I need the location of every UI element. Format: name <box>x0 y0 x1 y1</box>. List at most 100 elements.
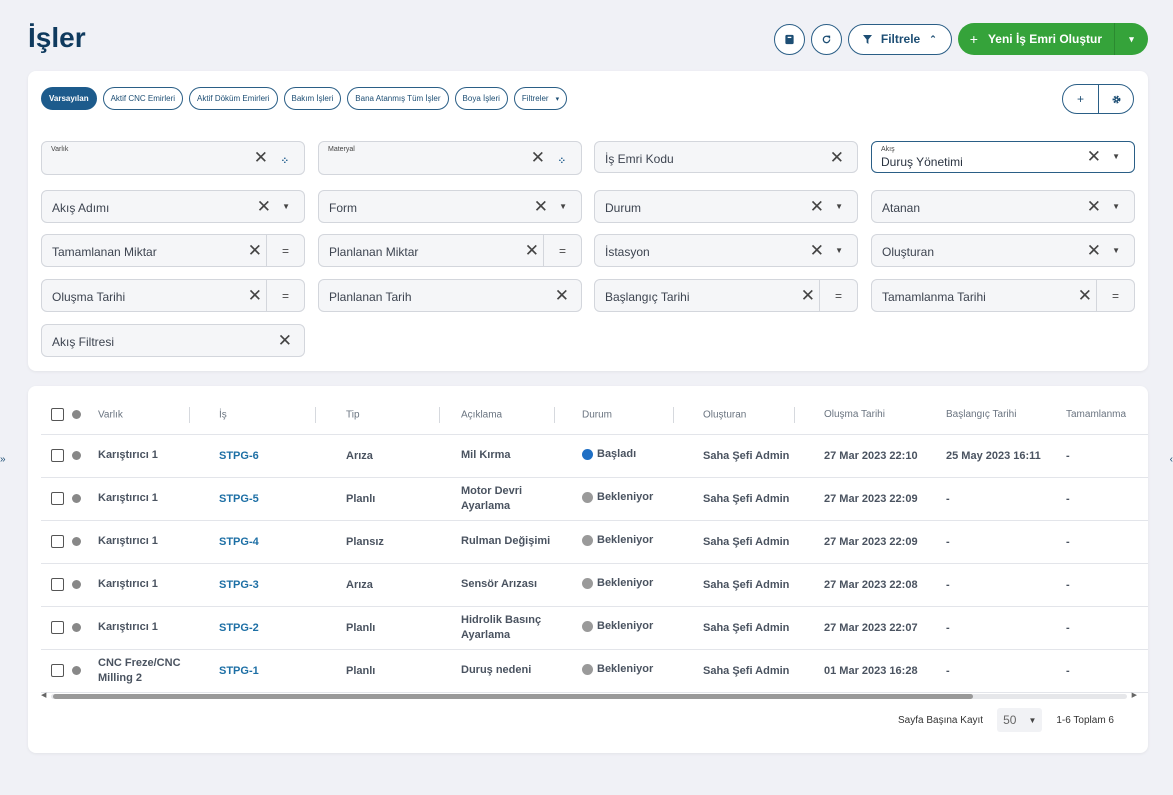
clear-icon[interactable]: ✕ <box>525 241 539 261</box>
operator-button[interactable]: = <box>266 280 304 311</box>
column-header[interactable]: Tamamlanma <box>1066 396 1148 435</box>
operator-button[interactable]: = <box>819 280 857 311</box>
caret-down-icon[interactable]: ▼ <box>1112 202 1120 211</box>
column-header[interactable]: Durum <box>582 396 703 435</box>
table-row[interactable]: Karıştırıcı 1 STPG-4 Plansız Rulman Değişim… <box>41 520 1148 564</box>
funnel-icon <box>862 34 872 44</box>
akis-field[interactable]: Akış Duruş Yönetimi ✕ ▼ <box>871 141 1135 173</box>
refresh-button[interactable] <box>810 23 842 55</box>
clear-icon[interactable]: ✕ <box>248 241 262 261</box>
scroll-left-icon[interactable]: ◀ <box>41 691 46 699</box>
planlanan-miktar-field[interactable]: Planlanan Miktar ✕ = <box>318 234 582 267</box>
column-header[interactable]: Oluşturan <box>703 396 824 435</box>
is-code-link[interactable]: STPG-1 <box>219 649 340 693</box>
collapse-panel-icon[interactable]: ‹ <box>1170 454 1173 465</box>
tamamlanma-tarihi-field[interactable]: Tamamlanma Tarihi ✕ = <box>871 279 1135 312</box>
clear-icon[interactable]: ✕ <box>257 197 271 217</box>
clear-icon[interactable]: ✕ <box>531 148 545 168</box>
clear-icon[interactable]: ✕ <box>810 197 824 217</box>
column-header[interactable]: Açıklama <box>461 396 582 435</box>
caret-down-icon[interactable]: ▼ <box>282 202 290 211</box>
expand-sidebar-icon[interactable]: » <box>0 454 6 465</box>
materyal-field[interactable]: Materyal ✕ ⁘ <box>318 141 582 175</box>
row-checkbox[interactable] <box>51 492 64 505</box>
column-header[interactable]: Varlık <box>98 396 219 435</box>
table-row[interactable]: Karıştırıcı 1 STPG-6 Arıza Mil Kırma Başladı… <box>41 434 1148 478</box>
row-checkbox[interactable] <box>51 449 64 462</box>
chip-active-cnc[interactable]: Aktif CNC Emirleri <box>102 87 184 110</box>
table-row[interactable]: Karıştırıcı 1 STPG-3 Arıza Sensör Arızası Be… <box>41 563 1148 607</box>
clear-icon[interactable]: ✕ <box>830 148 844 168</box>
caret-down-icon[interactable]: ▼ <box>835 246 843 255</box>
new-work-order-dropdown[interactable]: ▾ <box>1114 23 1148 55</box>
is-code-link[interactable]: STPG-4 <box>219 520 340 564</box>
scroll-right-icon[interactable]: ▶ <box>1132 691 1137 699</box>
is-code-link[interactable]: STPG-3 <box>219 563 340 607</box>
is-emri-kodu-field[interactable]: İş Emri Kodu ✕ <box>594 141 858 173</box>
is-code-link[interactable]: STPG-2 <box>219 606 340 650</box>
clear-icon[interactable]: ✕ <box>810 241 824 261</box>
column-header[interactable]: İş <box>219 396 340 435</box>
filter-settings-button[interactable] <box>1098 85 1133 113</box>
is-code-link[interactable]: STPG-5 <box>219 477 340 521</box>
durum-field[interactable]: Durum ✕ ▼ <box>594 190 858 223</box>
row-checkbox[interactable] <box>51 664 64 677</box>
chip-filters-dropdown[interactable]: Filtreler ▾ <box>513 87 568 110</box>
chip-active-casting[interactable]: Aktif Döküm Emirleri <box>189 87 278 110</box>
column-header[interactable]: Başlangıç Tarihi <box>946 396 1066 435</box>
istasyon-field[interactable]: İstasyon ✕ ▼ <box>594 234 858 267</box>
chip-assigned-to-me[interactable]: Bana Atanmış Tüm İşler <box>347 87 449 110</box>
tree-icon[interactable]: ⁘ <box>558 156 566 167</box>
akis-filtresi-field[interactable]: Akış Filtresi ✕ <box>41 324 305 357</box>
tree-icon[interactable]: ⁘ <box>281 156 289 167</box>
baslangic-tarihi-field[interactable]: Başlangıç Tarihi ✕ = <box>594 279 858 312</box>
clear-icon[interactable]: ✕ <box>254 148 268 168</box>
varlik-field[interactable]: Varlık ✕ ⁘ <box>41 141 305 175</box>
clear-icon[interactable]: ✕ <box>248 286 262 306</box>
clear-icon[interactable]: ✕ <box>278 331 292 351</box>
table-row[interactable]: CNC Freze/CNC Milling 2 STPG-1 Planlı Duruş… <box>41 649 1148 693</box>
clear-icon[interactable]: ✕ <box>1087 197 1101 217</box>
column-header[interactable]: Oluşma Tarihi <box>824 396 946 435</box>
chip-default[interactable]: Varsayılan <box>41 87 97 110</box>
new-work-order-button[interactable]: + Yeni İş Emri Oluştur ▾ <box>957 23 1148 55</box>
operator-button[interactable]: = <box>543 235 581 266</box>
clear-icon[interactable]: ✕ <box>1078 286 1092 306</box>
row-checkbox[interactable] <box>51 578 64 591</box>
caret-down-icon[interactable]: ▼ <box>1112 246 1120 255</box>
table-row[interactable]: Karıştırıcı 1 STPG-5 Planlı Motor Devri Aya… <box>41 477 1148 521</box>
clear-icon[interactable]: ✕ <box>534 197 548 217</box>
filter-button[interactable]: Filtrele ⌃ <box>847 23 952 55</box>
select-all-checkbox[interactable] <box>51 408 64 422</box>
chip-paint[interactable]: Boya İşleri <box>454 87 508 110</box>
table-row[interactable]: Karıştırıcı 1 STPG-2 Planlı Hidrolik Basınç… <box>41 606 1148 650</box>
column-header[interactable]: Tip <box>340 396 461 435</box>
olusma-tarihi-field[interactable]: Oluşma Tarihi ✕ = <box>41 279 305 312</box>
clear-icon[interactable]: ✕ <box>801 286 815 306</box>
akis-adimi-field[interactable]: Akış Adımı ✕ ▼ <box>41 190 305 223</box>
caret-down-icon[interactable]: ▼ <box>559 202 567 211</box>
atanan-field[interactable]: Atanan ✕ ▼ <box>871 190 1135 223</box>
horizontal-scrollbar[interactable]: ◀ ▶ <box>41 691 1137 701</box>
caret-down-icon[interactable]: ▼ <box>835 202 843 211</box>
per-page-select[interactable]: 50 ▼ <box>997 708 1043 732</box>
clear-icon[interactable]: ✕ <box>1087 147 1101 167</box>
pagination-summary: 1-6 Toplam 6 <box>1056 714 1114 726</box>
planlanan-tarih-field[interactable]: Planlanan Tarih ✕ <box>318 279 582 312</box>
scroll-thumb[interactable] <box>53 694 973 699</box>
operator-button[interactable]: = <box>266 235 304 266</box>
clear-icon[interactable]: ✕ <box>1087 241 1101 261</box>
form-field[interactable]: Form ✕ ▼ <box>318 190 582 223</box>
row-checkbox[interactable] <box>51 621 64 634</box>
tamamlanan-miktar-field[interactable]: Tamamlanan Miktar ✕ = <box>41 234 305 267</box>
tip-cell: Plansız <box>340 520 461 564</box>
chip-maintenance[interactable]: Bakım İşleri <box>283 87 342 110</box>
is-code-link[interactable]: STPG-6 <box>219 434 340 478</box>
clear-icon[interactable]: ✕ <box>555 286 569 306</box>
add-filter-button[interactable]: + <box>1063 85 1098 113</box>
operator-button[interactable]: = <box>1096 280 1134 311</box>
olusturan-field[interactable]: Oluşturan ✕ ▼ <box>871 234 1135 267</box>
saved-views-button[interactable] <box>773 23 805 55</box>
row-checkbox[interactable] <box>51 535 64 548</box>
caret-down-icon[interactable]: ▼ <box>1112 152 1120 161</box>
